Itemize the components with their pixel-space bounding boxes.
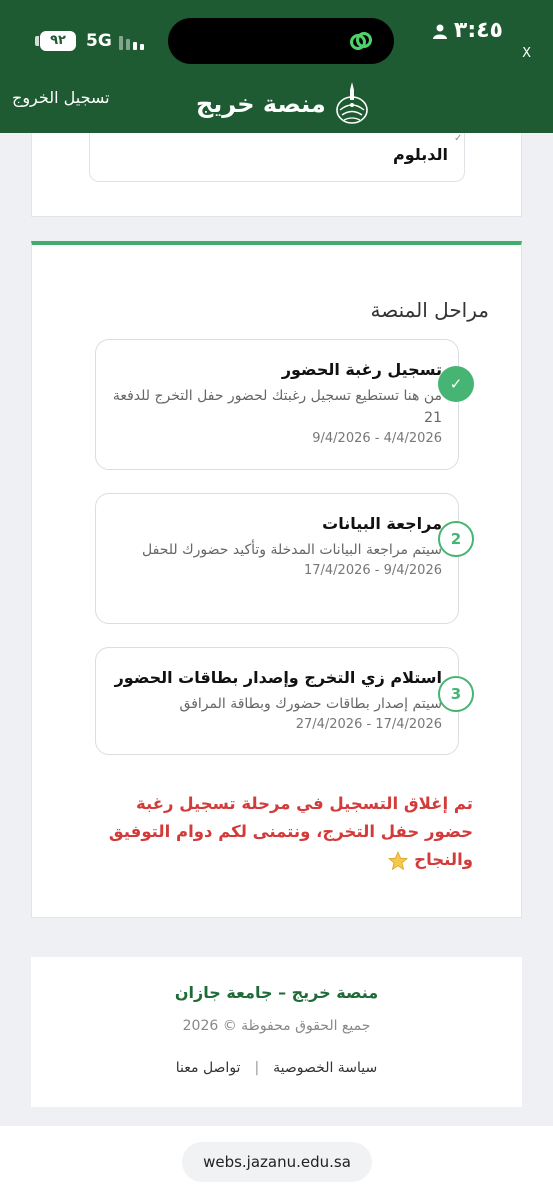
link-icon <box>350 32 372 50</box>
status-time: ٣:٤٥ <box>432 18 503 43</box>
stage-complete-icon: ✓ <box>438 366 474 402</box>
logout-link[interactable]: تسجيل الخروج <box>12 88 110 107</box>
battery-tip <box>35 36 39 46</box>
privacy-link[interactable]: سياسة الخصوصية <box>273 1060 377 1076</box>
university-logo-icon <box>335 82 368 124</box>
section-title: مراحل المنصة <box>370 298 490 322</box>
stage-number-badge: 3 <box>438 676 474 712</box>
qualification-card: ✓ الدبلوم <box>31 133 522 217</box>
check-icon: ✓ <box>454 133 463 144</box>
diploma-option[interactable]: ✓ الدبلوم <box>89 133 465 182</box>
closed-message-text: تم إغلاق التسجيل في مرحلة تسجيل رغبة حضو… <box>108 794 473 869</box>
address-bar[interactable]: webs.jazanu.edu.sa <box>182 1142 372 1182</box>
footer-separator: | <box>254 1060 260 1076</box>
stage-item-registration: تسجيل رغبة الحضور من هنا تستطيع تسجيل رغ… <box>95 339 459 470</box>
browser-bottom-bar: webs.jazanu.edu.sa <box>0 1126 553 1200</box>
stage-description: سيتم إصدار بطاقات حضورك وبطاقة المرافق <box>179 696 442 712</box>
stage-item-review: مراجعة البيانات سيتم مراجعة البيانات الم… <box>95 493 459 624</box>
stage-description: سيتم مراجعة البيانات المدخلة وتأكيد حضور… <box>142 542 442 558</box>
stages-card: مراحل المنصة تسجيل رغبة الحضور من هنا تس… <box>31 241 522 918</box>
footer-title: منصة خريج – جامعة جازان <box>174 983 379 1002</box>
stage-title: مراجعة البيانات <box>322 514 442 533</box>
stage-number-badge: 2 <box>438 521 474 557</box>
stage-dates: 17/4/2026 - 27/4/2026 <box>295 717 442 732</box>
signal-icon <box>119 36 144 50</box>
contact-link[interactable]: تواصل معنا <box>176 1060 241 1076</box>
dynamic-island <box>168 18 394 64</box>
diploma-label: الدبلوم <box>392 145 448 164</box>
stage-item-gown: استلام زي التخرج وإصدار بطاقات الحضور سي… <box>95 647 459 755</box>
brand[interactable]: منصة خريج <box>196 80 370 128</box>
app-header: ٩٢ 5G ٣:٤٥ X تسجيل الخروج منصة خريج <box>0 0 553 133</box>
stage-dates: 4/4/2026 - 9/4/2026 <box>312 431 442 446</box>
person-icon <box>432 24 447 39</box>
stage-title: استلام زي التخرج وإصدار بطاقات الحضور <box>114 668 442 687</box>
stage-title: تسجيل رغبة الحضور <box>281 360 442 379</box>
site-footer: منصة خريج – جامعة جازان جميع الحقوق محفو… <box>31 957 522 1107</box>
brand-name: منصة خريج <box>196 90 326 118</box>
clock-text: ٣:٤٥ <box>453 18 503 43</box>
stage-description: من هنا تستطيع تسجيل رغبتك لحضور حفل التخ… <box>112 388 442 426</box>
network-label: 5G <box>86 31 112 51</box>
star-icon <box>388 850 409 870</box>
close-mark[interactable]: X <box>522 46 531 61</box>
registration-closed-message: تم إغلاق التسجيل في مرحلة تسجيل رغبة حضو… <box>93 790 473 874</box>
footer-copyright: جميع الحقوق محفوظة © 2026 <box>182 1018 371 1034</box>
battery-indicator: ٩٢ <box>40 31 76 51</box>
stage-dates: 9/4/2026 - 17/4/2026 <box>303 563 442 578</box>
footer-links: سياسة الخصوصية | تواصل معنا <box>31 1060 522 1076</box>
